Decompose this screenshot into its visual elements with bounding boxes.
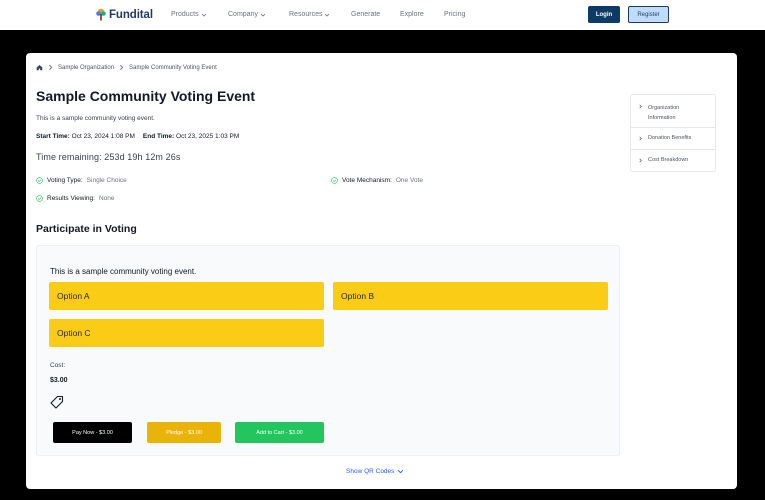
event-description: This is a sample community voting event.: [36, 115, 155, 122]
chevron-right-icon: [49, 64, 53, 71]
nav-products[interactable]: Products: [171, 11, 207, 18]
divider: [631, 127, 715, 128]
sidebar-item-label: Cost Breakdown: [648, 157, 689, 163]
nav-resources[interactable]: Resources: [289, 11, 330, 18]
chevron-right-icon: [639, 104, 642, 109]
sidebar-nav: Organization Information Donation Benefi…: [630, 94, 716, 172]
event-times: Start Time: Oct 23, 2024 1:08 PM End Tim…: [36, 133, 239, 140]
time-remaining: Time remaining: 253d 19h 12m 26s: [36, 152, 181, 162]
nav-products-label: Products: [171, 11, 199, 18]
start-time: Start Time: Oct 23, 2024 1:08 PM: [36, 133, 135, 140]
chevron-right-icon: [120, 64, 124, 71]
sidebar-item-label: Organization Information: [648, 105, 680, 121]
register-button[interactable]: Register: [628, 6, 669, 23]
vote-mechanism-value: One Vote: [395, 177, 423, 184]
breadcrumb-organization[interactable]: Sample Organization: [58, 65, 114, 71]
chevron-right-icon: [639, 158, 642, 163]
check-circle-icon: [36, 177, 43, 184]
breadcrumb-current: Sample Community Voting Event: [129, 64, 217, 71]
pay-now-button[interactable]: Pay Now - $3.00: [53, 422, 132, 443]
check-circle-icon: [36, 195, 43, 202]
sidebar-item-organization-information[interactable]: Organization Information: [631, 103, 715, 123]
end-time-value: Oct 23, 2025 1:03 PM: [176, 133, 240, 140]
sidebar-item-donation-benefits[interactable]: Donation Benefits: [631, 135, 715, 141]
chevron-down-icon: [260, 13, 266, 17]
voting-type-value: Single Choice: [86, 177, 127, 184]
end-time: End Time: Oct 23, 2025 1:03 PM: [143, 133, 239, 140]
results-viewing-value: None: [98, 195, 115, 202]
nav-resources-label: Resources: [289, 11, 323, 18]
nav-explore-label: Explore: [400, 11, 424, 18]
divider: [631, 149, 715, 150]
home-icon[interactable]: [36, 64, 43, 71]
chevron-down-icon: [325, 13, 330, 17]
chevron-down-icon: [398, 470, 404, 474]
nav-generate-label: Generate: [351, 11, 381, 18]
option-a-button[interactable]: Option A: [49, 282, 324, 310]
pledge-button[interactable]: Pledge - $3.00: [147, 422, 221, 443]
vote-mechanism-label: Vote Mechanism:: [342, 177, 392, 184]
results-viewing: Results Viewing: None: [36, 195, 114, 202]
breadcrumb: Sample Organization Sample Community Vot…: [36, 64, 217, 71]
results-viewing-label: Results Viewing:: [47, 195, 95, 202]
start-time-label: Start Time:: [36, 133, 70, 140]
voting-card: This is a sample community voting event.…: [36, 245, 620, 456]
add-to-cart-button[interactable]: Add to Cart - $3.00: [235, 422, 324, 443]
price-tag-icon: [50, 395, 64, 409]
voting-type: Voting Type: Single Choice: [36, 177, 127, 184]
nav-company[interactable]: Company: [228, 11, 266, 18]
brand-name: Fundital: [109, 8, 153, 21]
show-qr-codes-link[interactable]: Show QR Codes: [346, 468, 404, 475]
nav-explore[interactable]: Explore: [400, 11, 424, 18]
top-navbar: Fundital Products Company Resources Gene…: [0, 0, 765, 30]
vote-mechanism: Vote Mechanism: One Vote: [331, 177, 423, 184]
voting-type-label: Voting Type:: [47, 177, 83, 184]
start-time-value: Oct 23, 2024 1:08 PM: [71, 133, 135, 140]
cost-label: Cost:: [50, 362, 66, 369]
sidebar-item-label: Donation Benefits: [648, 135, 692, 141]
nav-generate[interactable]: Generate: [351, 11, 380, 18]
participate-heading: Participate in Voting: [36, 223, 137, 235]
nav-company-label: Company: [228, 11, 258, 18]
option-c-button[interactable]: Option C: [49, 319, 324, 347]
nav-pricing[interactable]: Pricing: [444, 11, 465, 18]
nav-pricing-label: Pricing: [444, 11, 466, 18]
login-button[interactable]: Login: [588, 6, 620, 23]
end-time-label: End Time:: [142, 133, 175, 140]
sidebar-item-cost-breakdown[interactable]: Cost Breakdown: [631, 157, 715, 163]
chevron-down-icon: [201, 13, 206, 17]
check-circle-icon: [331, 177, 338, 184]
logo-tree-icon: [96, 8, 106, 21]
brand-logo[interactable]: Fundital: [95, 8, 153, 21]
chevron-right-icon: [639, 136, 642, 141]
voting-prompt: This is a sample community voting event.: [50, 267, 197, 276]
event-panel: Sample Organization Sample Community Vot…: [26, 53, 737, 489]
show-qr-codes-label: Show QR Codes: [346, 468, 395, 475]
cost-value: $3.00: [50, 377, 68, 384]
page-title: Sample Community Voting Event: [36, 88, 256, 104]
option-b-button[interactable]: Option B: [333, 282, 608, 310]
